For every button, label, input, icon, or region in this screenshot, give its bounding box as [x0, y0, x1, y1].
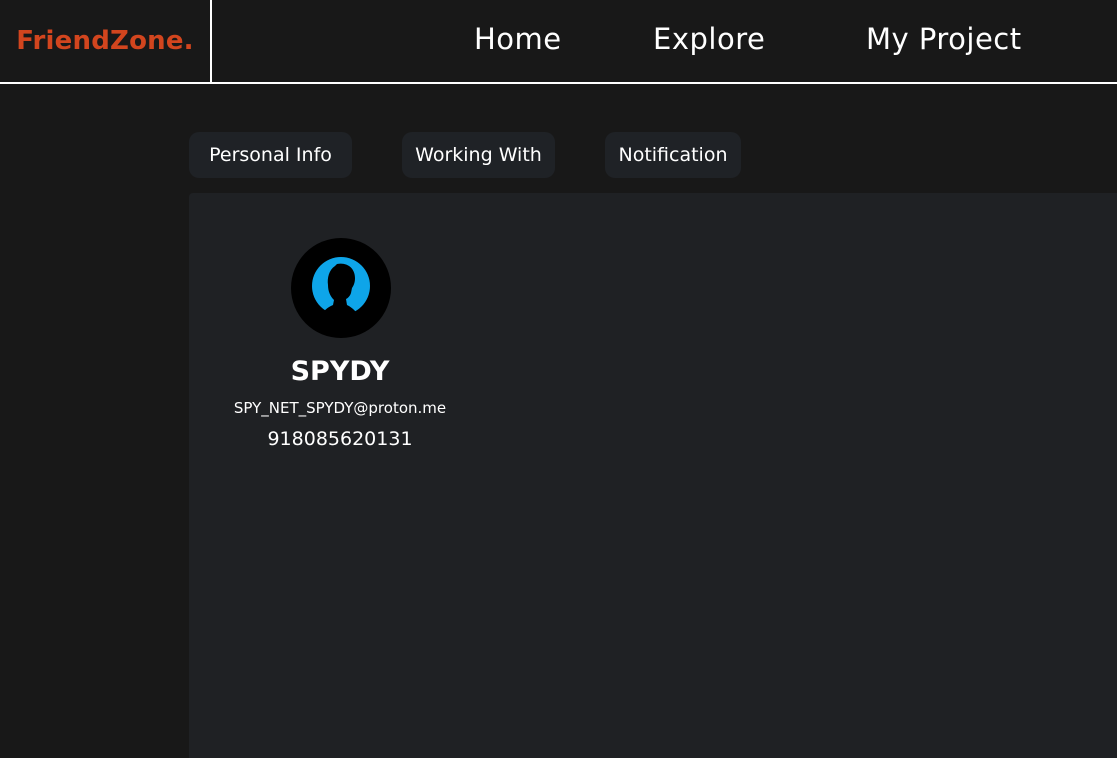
profile-email: SPY_NET_SPYDY@proton.me: [233, 399, 447, 417]
tab-notification[interactable]: Notification: [605, 132, 741, 178]
brand-logo[interactable]: FriendZone.: [16, 26, 194, 56]
nav-home-link[interactable]: Home: [474, 22, 562, 56]
nav-explore-link[interactable]: Explore: [653, 22, 765, 56]
logo-container: FriendZone.: [0, 0, 212, 82]
tab-working-with[interactable]: Working With: [402, 132, 555, 178]
profile-phone: 918085620131: [267, 428, 413, 450]
profile-name: SPYDY: [290, 356, 390, 387]
nav-my-project-link[interactable]: My Project: [866, 22, 1022, 56]
user-silhouette-icon: [312, 257, 370, 324]
tab-personal-info[interactable]: Personal Info: [189, 132, 352, 178]
top-navbar: FriendZone. Home Explore My Project: [0, 0, 1117, 84]
avatar[interactable]: [291, 238, 391, 338]
